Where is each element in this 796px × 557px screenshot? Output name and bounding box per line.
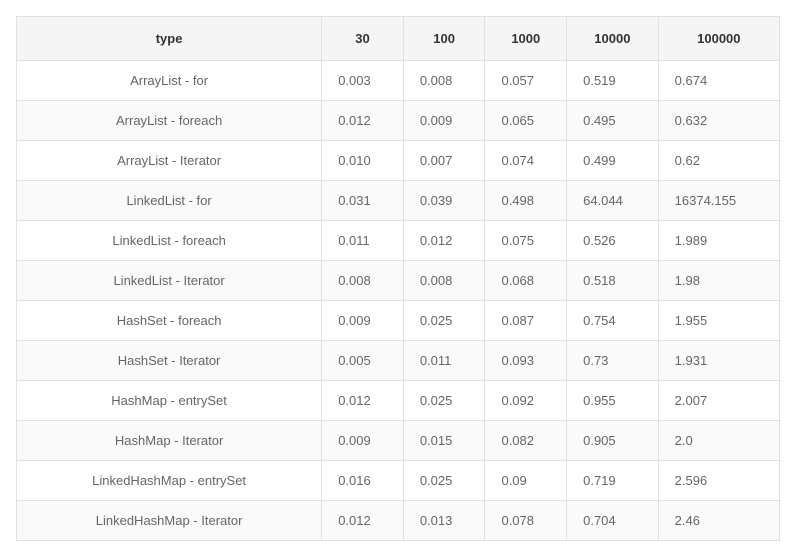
cell-value: 0.632: [658, 101, 779, 141]
cell-value: 2.0: [658, 421, 779, 461]
cell-value: 0.015: [403, 421, 485, 461]
cell-value: 0.065: [485, 101, 567, 141]
cell-value: 2.46: [658, 501, 779, 541]
cell-type: ArrayList - for: [17, 61, 322, 101]
table-row: LinkedList - Iterator 0.008 0.008 0.068 …: [17, 261, 780, 301]
cell-value: 0.526: [567, 221, 659, 261]
cell-value: 0.093: [485, 341, 567, 381]
cell-value: 2.007: [658, 381, 779, 421]
cell-value: 0.518: [567, 261, 659, 301]
cell-value: 0.074: [485, 141, 567, 181]
cell-value: 0.009: [322, 421, 404, 461]
cell-value: 0.008: [322, 261, 404, 301]
cell-value: 0.62: [658, 141, 779, 181]
cell-value: 0.087: [485, 301, 567, 341]
cell-value: 1.989: [658, 221, 779, 261]
cell-value: 1.931: [658, 341, 779, 381]
cell-value: 0.754: [567, 301, 659, 341]
table-row: LinkedList - foreach 0.011 0.012 0.075 0…: [17, 221, 780, 261]
table-header: type 30 100 1000 10000 100000: [17, 17, 780, 61]
cell-value: 0.031: [322, 181, 404, 221]
cell-value: 0.075: [485, 221, 567, 261]
cell-value: 0.009: [322, 301, 404, 341]
cell-value: 0.057: [485, 61, 567, 101]
cell-value: 0.082: [485, 421, 567, 461]
cell-value: 0.674: [658, 61, 779, 101]
table-row: LinkedList - for 0.031 0.039 0.498 64.04…: [17, 181, 780, 221]
header-1000: 1000: [485, 17, 567, 61]
cell-value: 0.016: [322, 461, 404, 501]
cell-type: LinkedList - foreach: [17, 221, 322, 261]
cell-type: ArrayList - Iterator: [17, 141, 322, 181]
cell-value: 0.498: [485, 181, 567, 221]
cell-value: 0.008: [403, 261, 485, 301]
cell-value: 0.011: [322, 221, 404, 261]
cell-value: 0.025: [403, 381, 485, 421]
cell-type: LinkedList - for: [17, 181, 322, 221]
cell-value: 0.09: [485, 461, 567, 501]
cell-value: 0.704: [567, 501, 659, 541]
cell-value: 2.596: [658, 461, 779, 501]
cell-value: 0.955: [567, 381, 659, 421]
cell-value: 0.025: [403, 461, 485, 501]
table-row: HashSet - foreach 0.009 0.025 0.087 0.75…: [17, 301, 780, 341]
cell-type: HashSet - foreach: [17, 301, 322, 341]
cell-value: 0.905: [567, 421, 659, 461]
table-row: ArrayList - for 0.003 0.008 0.057 0.519 …: [17, 61, 780, 101]
header-100: 100: [403, 17, 485, 61]
cell-value: 0.007: [403, 141, 485, 181]
cell-value: 0.008: [403, 61, 485, 101]
cell-value: 0.025: [403, 301, 485, 341]
cell-type: ArrayList - foreach: [17, 101, 322, 141]
cell-type: LinkedHashMap - Iterator: [17, 501, 322, 541]
cell-value: 0.719: [567, 461, 659, 501]
cell-type: LinkedList - Iterator: [17, 261, 322, 301]
cell-value: 1.98: [658, 261, 779, 301]
cell-value: 0.012: [322, 381, 404, 421]
table-row: HashMap - Iterator 0.009 0.015 0.082 0.9…: [17, 421, 780, 461]
cell-value: 0.012: [322, 101, 404, 141]
cell-value: 0.012: [403, 221, 485, 261]
cell-value: 0.011: [403, 341, 485, 381]
header-100000: 100000: [658, 17, 779, 61]
cell-value: 0.003: [322, 61, 404, 101]
table-row: HashMap - entrySet 0.012 0.025 0.092 0.9…: [17, 381, 780, 421]
header-type: type: [17, 17, 322, 61]
table-row: HashSet - Iterator 0.005 0.011 0.093 0.7…: [17, 341, 780, 381]
header-row: type 30 100 1000 10000 100000: [17, 17, 780, 61]
cell-value: 0.039: [403, 181, 485, 221]
table-row: ArrayList - Iterator 0.010 0.007 0.074 0…: [17, 141, 780, 181]
cell-value: 0.519: [567, 61, 659, 101]
cell-value: 0.73: [567, 341, 659, 381]
cell-value: 16374.155: [658, 181, 779, 221]
benchmark-table: type 30 100 1000 10000 100000 ArrayList …: [16, 16, 780, 541]
table-row: ArrayList - foreach 0.012 0.009 0.065 0.…: [17, 101, 780, 141]
cell-type: LinkedHashMap - entrySet: [17, 461, 322, 501]
cell-value: 0.013: [403, 501, 485, 541]
cell-value: 0.012: [322, 501, 404, 541]
cell-value: 64.044: [567, 181, 659, 221]
cell-type: HashSet - Iterator: [17, 341, 322, 381]
table-row: LinkedHashMap - entrySet 0.016 0.025 0.0…: [17, 461, 780, 501]
cell-value: 0.005: [322, 341, 404, 381]
cell-value: 0.068: [485, 261, 567, 301]
table-row: LinkedHashMap - Iterator 0.012 0.013 0.0…: [17, 501, 780, 541]
cell-value: 0.495: [567, 101, 659, 141]
cell-value: 0.009: [403, 101, 485, 141]
table-body: ArrayList - for 0.003 0.008 0.057 0.519 …: [17, 61, 780, 541]
header-10000: 10000: [567, 17, 659, 61]
cell-value: 0.010: [322, 141, 404, 181]
cell-value: 0.092: [485, 381, 567, 421]
cell-value: 1.955: [658, 301, 779, 341]
cell-value: 0.078: [485, 501, 567, 541]
cell-type: HashMap - Iterator: [17, 421, 322, 461]
header-30: 30: [322, 17, 404, 61]
cell-value: 0.499: [567, 141, 659, 181]
cell-type: HashMap - entrySet: [17, 381, 322, 421]
